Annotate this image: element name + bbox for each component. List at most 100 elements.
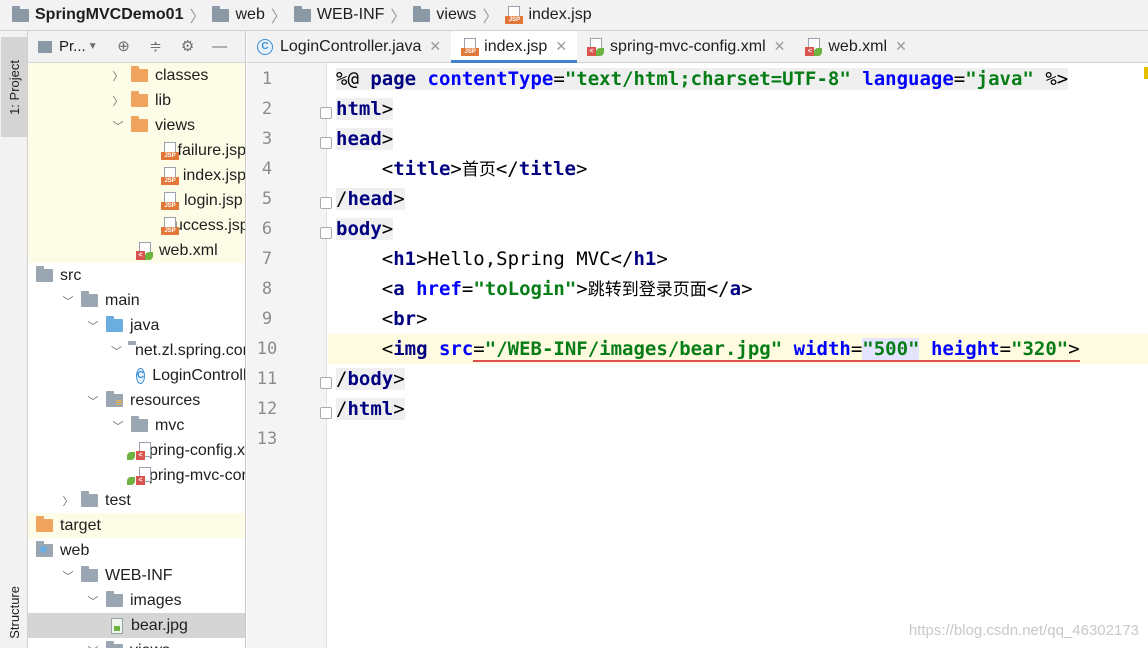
chevron-down-icon[interactable]: ﹀ <box>86 593 100 609</box>
editor-gutter: 1 2 3 4 5 6 7 8 9 10 11 12 13 <box>247 63 332 648</box>
tree-item[interactable]: 〉 classes <box>28 63 245 88</box>
code-token <box>782 338 794 362</box>
editor-tab[interactable]: < spring-mvc-config.xml ✕ <box>577 31 795 62</box>
tree-item[interactable]: ﹀ resources <box>28 388 245 413</box>
breadcrumb-item[interactable]: web <box>212 5 265 24</box>
code-token: > <box>381 218 394 240</box>
fold-marker-icon[interactable] <box>320 107 332 119</box>
code-line[interactable]: /head> <box>336 184 405 214</box>
editor-tab-label: web.xml <box>828 37 888 55</box>
code-token: "text/html;charset=UTF-8" <box>564 68 851 90</box>
editor-tab[interactable]: JSP index.jsp ✕ <box>451 31 578 63</box>
chevron-down-icon[interactable]: ﹀ <box>86 643 100 648</box>
minimize-icon[interactable]: — <box>212 38 228 55</box>
editor-tab[interactable]: C LoginController.java ✕ <box>247 31 451 62</box>
code-line[interactable]: html> <box>336 94 394 124</box>
fold-marker-icon[interactable] <box>320 227 332 239</box>
breadcrumb-item[interactable]: WEB-INF <box>293 5 384 24</box>
project-folder-icon <box>38 40 52 53</box>
project-view-selector[interactable]: Pr... ▼ <box>38 38 98 55</box>
breadcrumb-item[interactable]: views <box>413 5 476 24</box>
code-line[interactable]: /html> <box>336 394 405 424</box>
line-number: 11 <box>256 369 278 389</box>
chevron-down-icon[interactable]: ﹀ <box>86 393 100 409</box>
code-line[interactable]: <h1>Hello,Spring MVC</h1> <box>336 244 668 274</box>
tree-item[interactable]: C LoginController <box>28 363 246 388</box>
fold-marker-icon[interactable] <box>320 377 332 389</box>
close-icon[interactable]: ✕ <box>895 38 907 55</box>
project-tool-tab[interactable]: 1: Project <box>1 37 27 137</box>
fold-marker-icon[interactable] <box>320 197 332 209</box>
tree-item[interactable]: JSP index.jsp <box>28 163 246 188</box>
code-token: src <box>438 338 474 360</box>
code-line[interactable]: <br> <box>336 304 428 334</box>
tree-item[interactable]: JSP login.jsp <box>28 188 245 213</box>
tree-item[interactable]: web <box>28 538 245 563</box>
warning-stripe-marker[interactable] <box>1144 67 1148 79</box>
code-token: = <box>850 338 863 362</box>
code-token: contentType <box>427 68 554 90</box>
tree-item[interactable]: 〉 lib <box>28 88 245 113</box>
tree-item[interactable]: ﹀ mvc <box>28 413 245 438</box>
tree-item-label: test <box>105 491 131 509</box>
tree-item[interactable]: ﹀ views <box>28 638 245 648</box>
tree-item[interactable]: ﹀ WEB-INF <box>28 563 245 588</box>
chevron-right-icon[interactable]: 〉 <box>111 93 125 109</box>
breadcrumb-item[interactable]: SpringMVCDemo01 <box>12 5 183 24</box>
gear-icon[interactable]: ⚙ <box>180 38 196 55</box>
tree-item[interactable]: < web.xml <box>28 238 245 263</box>
structure-tool-tab[interactable]: Structure <box>1 577 27 648</box>
tree-item[interactable]: <spring-mvc-config.xml <box>28 463 245 488</box>
tree-item[interactable]: src <box>28 263 245 288</box>
code-line[interactable]: <img src="/WEB-INF/images/bear.jpg" widt… <box>328 334 1148 364</box>
chevron-right-icon[interactable]: 〉 <box>111 68 125 84</box>
folder-icon <box>413 5 431 22</box>
code-token: = <box>999 338 1012 362</box>
chevron-down-icon[interactable]: ﹀ <box>61 568 75 584</box>
fold-marker-icon[interactable] <box>320 407 332 419</box>
code-token: %> <box>1033 68 1069 90</box>
tree-item[interactable]: ﹀ images <box>28 588 245 613</box>
chevron-down-icon[interactable]: ﹀ <box>86 318 100 334</box>
code-line[interactable]: head> <box>336 124 394 154</box>
image-file-icon <box>111 617 123 634</box>
code-line[interactable]: body> <box>336 214 394 244</box>
chevron-down-icon[interactable]: ﹀ <box>111 343 122 359</box>
code-token: html <box>336 98 382 120</box>
tree-item[interactable]: ﹀ net.zl.spring.controller <box>28 338 245 363</box>
folder-icon <box>81 491 98 507</box>
tree-item[interactable]: JSP failure.jsp <box>28 138 245 163</box>
code-token: height <box>930 338 1000 362</box>
close-icon[interactable]: ✕ <box>555 38 567 55</box>
chevron-right-icon: 〉 <box>189 9 206 26</box>
code-line[interactable]: <a href="toLogin">跳转到登录页面</a> <box>336 274 753 304</box>
tree-item[interactable]: JSP success.jsp <box>28 213 245 238</box>
tree-item[interactable]: target <box>28 513 245 538</box>
close-icon[interactable]: ✕ <box>774 38 786 55</box>
close-icon[interactable]: ✕ <box>429 38 441 55</box>
tree-item[interactable]: ﹀ main <box>28 288 245 313</box>
chevron-right-icon[interactable]: 〉 <box>61 493 75 509</box>
chevron-down-icon[interactable]: ﹀ <box>111 118 125 134</box>
fold-marker-icon[interactable] <box>320 137 332 149</box>
tree-item[interactable]: ﹀ java <box>28 313 245 338</box>
line-number: 10 <box>256 339 278 359</box>
collapse-icon[interactable]: ≑ <box>148 38 164 55</box>
chevron-down-icon[interactable]: ﹀ <box>111 418 125 434</box>
tree-item[interactable]: 〉 test <box>28 488 245 513</box>
locate-icon[interactable]: ⊕ <box>116 38 132 55</box>
structure-tool-tab-label: Structure <box>6 586 22 639</box>
code-line[interactable]: %@ page contentType="text/html;charset=U… <box>336 64 1069 94</box>
tree-item[interactable]: bear.jpg <box>28 613 245 638</box>
code-token: < <box>336 338 394 360</box>
code-line[interactable]: <title>首页</title> <box>336 154 588 184</box>
breadcrumb-item[interactable]: JSP index.jsp <box>505 6 592 24</box>
chevron-down-icon[interactable]: ﹀ <box>61 293 75 309</box>
code-line[interactable]: /body> <box>336 364 405 394</box>
tree-item-label: LoginController <box>152 366 246 384</box>
tree-item[interactable]: <spring-config.xml <box>28 438 245 463</box>
tree-item-label: index.jsp <box>182 166 246 184</box>
editor-tab[interactable]: < web.xml ✕ <box>795 31 916 62</box>
tree-item[interactable]: ﹀ views <box>28 113 245 138</box>
code-token: = <box>553 68 565 90</box>
